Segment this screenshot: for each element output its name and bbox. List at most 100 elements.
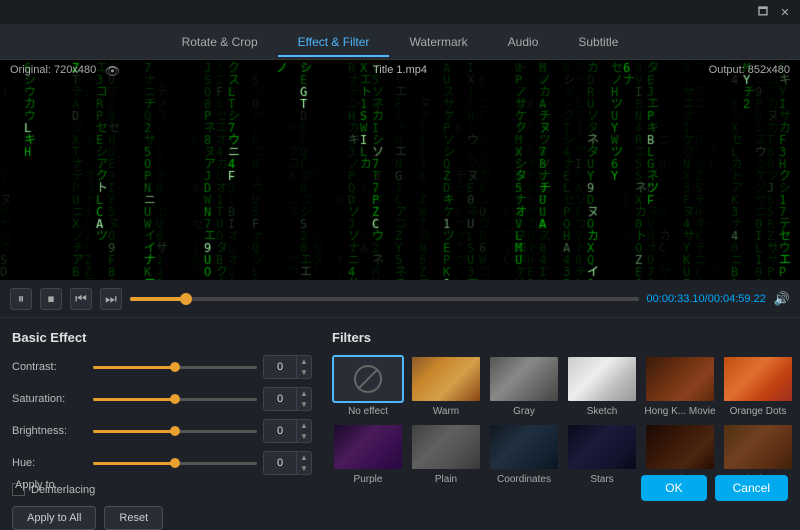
hue-value-box: ▲ ▼ bbox=[263, 451, 312, 475]
hue-slider[interactable] bbox=[93, 462, 257, 465]
filter-gray[interactable]: Gray bbox=[488, 355, 560, 417]
prev-button[interactable]: ⏮ bbox=[70, 288, 92, 310]
contrast-slider[interactable] bbox=[93, 366, 257, 369]
contrast-up[interactable]: ▲ bbox=[297, 356, 311, 367]
apply-to-label: Apply to bbox=[15, 479, 55, 491]
preview-left bbox=[0, 60, 395, 280]
filter-sketch[interactable]: Sketch bbox=[566, 355, 638, 417]
filter-orange-dots[interactable]: Orange Dots bbox=[722, 355, 794, 417]
filter-label-warm: Warm bbox=[433, 406, 459, 417]
filter-thumb-sketch bbox=[566, 355, 638, 403]
modern-filter-visual bbox=[646, 425, 714, 469]
main-content: Basic Effect Contrast: ▲ ▼ Saturation: bbox=[0, 318, 800, 513]
saturation-label: Saturation: bbox=[12, 393, 87, 405]
stop-button[interactable]: ⏹ bbox=[40, 288, 62, 310]
no-effect-icon bbox=[354, 365, 382, 393]
filter-label-coordinates: Coordinates bbox=[497, 474, 551, 485]
progress-thumb[interactable] bbox=[180, 293, 192, 305]
filter-label-sketch: Sketch bbox=[587, 406, 618, 417]
hue-up[interactable]: ▲ bbox=[297, 452, 311, 463]
tab-bar: Rotate & Crop Effect & Filter Watermark … bbox=[0, 24, 800, 60]
tab-rotate-crop[interactable]: Rotate & Crop bbox=[162, 27, 278, 57]
brightness-down[interactable]: ▼ bbox=[297, 431, 311, 442]
brightness-up[interactable]: ▲ bbox=[297, 420, 311, 431]
saturation-value-box: ▲ ▼ bbox=[263, 387, 312, 411]
filter-coordinates[interactable]: Coordinates bbox=[488, 423, 560, 485]
brightness-slider[interactable] bbox=[93, 430, 257, 433]
filter-label-stars: Stars bbox=[590, 474, 613, 485]
brightness-arrows: ▲ ▼ bbox=[296, 420, 311, 442]
filter-thumb-gray bbox=[488, 355, 560, 403]
brightness-label: Brightness: bbox=[12, 425, 87, 437]
saturation-slider[interactable] bbox=[93, 398, 257, 401]
saturation-up[interactable]: ▲ bbox=[297, 388, 311, 399]
purple-filter-visual bbox=[334, 425, 402, 469]
ok-button[interactable]: OK bbox=[641, 475, 706, 501]
hue-input[interactable] bbox=[264, 455, 296, 471]
minimize-button[interactable]: 🗖 bbox=[756, 5, 770, 19]
filter-thumb-no-effect bbox=[332, 355, 404, 403]
warm-filter-visual bbox=[412, 357, 480, 401]
plain-filter-visual bbox=[412, 425, 480, 469]
controls-bar: ⏸ ⏹ ⏮ ⏭ 00:00:33.10/00:04:59.22 🔊 bbox=[0, 280, 800, 318]
sketch-filter-visual bbox=[568, 357, 636, 401]
pixelate-filter-visual bbox=[724, 425, 792, 469]
contrast-row: Contrast: ▲ ▼ bbox=[12, 355, 312, 379]
deinterlacing-row: Deinterlacing bbox=[12, 483, 312, 496]
gray-filter-visual bbox=[490, 357, 558, 401]
brightness-value-box: ▲ ▼ bbox=[263, 419, 312, 443]
reset-button[interactable]: Reset bbox=[104, 506, 163, 530]
hue-down[interactable]: ▼ bbox=[297, 463, 311, 474]
coordinates-filter-visual bbox=[490, 425, 558, 469]
bottom-buttons: Apply to All Reset bbox=[12, 506, 312, 530]
filter-thumb-orange-dots bbox=[722, 355, 794, 403]
tab-effect-filter[interactable]: Effect & Filter bbox=[278, 27, 390, 57]
contrast-label: Contrast: bbox=[12, 361, 87, 373]
tab-watermark[interactable]: Watermark bbox=[389, 27, 487, 57]
filter-label-purple: Purple bbox=[354, 474, 383, 485]
filter-label-no-effect: No effect bbox=[348, 406, 388, 417]
close-button[interactable]: ✕ bbox=[778, 5, 792, 19]
filter-no-effect[interactable]: No effect bbox=[332, 355, 404, 417]
filters-title: Filters bbox=[332, 330, 794, 345]
left-panel: Basic Effect Contrast: ▲ ▼ Saturation: bbox=[12, 330, 312, 501]
brightness-input[interactable] bbox=[264, 423, 296, 439]
preview-right bbox=[395, 60, 800, 280]
saturation-down[interactable]: ▼ bbox=[297, 399, 311, 410]
title-bar: 🗖 ✕ bbox=[0, 0, 800, 24]
filter-thumb-hongk bbox=[644, 355, 716, 403]
filter-thumb-coordinates bbox=[488, 423, 560, 471]
tab-subtitle[interactable]: Subtitle bbox=[558, 27, 638, 57]
saturation-input[interactable] bbox=[264, 391, 296, 407]
filter-purple[interactable]: Purple bbox=[332, 423, 404, 485]
filters-grid: No effect Warm Gray Ske bbox=[332, 355, 794, 485]
filter-label-plain: Plain bbox=[435, 474, 457, 485]
preview-area: Original: 720x480 👁 Title 1.mp4 Output: … bbox=[0, 60, 800, 280]
contrast-value-box: ▲ ▼ bbox=[263, 355, 312, 379]
output-label: Output: 852x480 bbox=[709, 64, 790, 76]
contrast-input[interactable] bbox=[264, 359, 296, 375]
filter-warm[interactable]: Warm bbox=[410, 355, 482, 417]
tab-audio[interactable]: Audio bbox=[488, 27, 559, 57]
filter-hongk-movie[interactable]: Hong K... Movie bbox=[644, 355, 716, 417]
contrast-down[interactable]: ▼ bbox=[297, 367, 311, 378]
apply-to-all-button[interactable]: Apply to All bbox=[12, 506, 96, 530]
filter-plain[interactable]: Plain bbox=[410, 423, 482, 485]
saturation-arrows: ▲ ▼ bbox=[296, 388, 311, 410]
next-button[interactable]: ⏭ bbox=[100, 288, 122, 310]
progress-fill bbox=[130, 297, 186, 301]
brightness-row: Brightness: ▲ ▼ bbox=[12, 419, 312, 443]
hongk-filter-visual bbox=[646, 357, 714, 401]
saturation-row: Saturation: ▲ ▼ bbox=[12, 387, 312, 411]
filter-stars[interactable]: Stars bbox=[566, 423, 638, 485]
volume-icon[interactable]: 🔊 bbox=[774, 291, 790, 307]
eye-icon[interactable]: 👁 bbox=[105, 64, 120, 78]
pause-button[interactable]: ⏸ bbox=[10, 288, 32, 310]
progress-bar[interactable] bbox=[130, 297, 639, 301]
dialog-buttons: OK Cancel bbox=[641, 475, 788, 501]
cancel-button[interactable]: Cancel bbox=[715, 475, 788, 501]
filter-label-orange-dots: Orange Dots bbox=[730, 406, 787, 417]
title-label: Title 1.mp4 bbox=[373, 64, 427, 76]
orange-dots-filter-visual bbox=[724, 357, 792, 401]
filter-label-gray: Gray bbox=[513, 406, 535, 417]
